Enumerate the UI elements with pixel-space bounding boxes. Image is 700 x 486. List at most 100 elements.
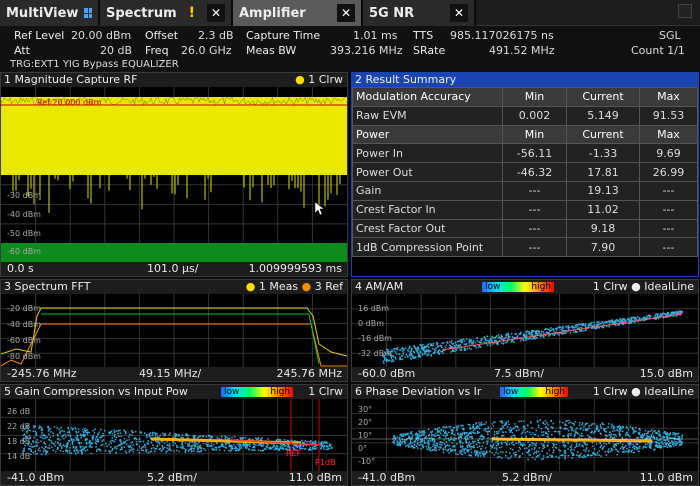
panel-gain-compression[interactable]: 5 Gain Compression vs Input Pow low high …	[0, 384, 348, 486]
color-scale-low: low	[503, 387, 519, 397]
phase-deviation-plot[interactable]	[352, 399, 698, 472]
y-tick: -40 dBm	[7, 210, 41, 219]
row-value: 5.149	[566, 105, 640, 126]
att-value[interactable]: 20 dB	[100, 44, 132, 57]
row-value: ---	[501, 237, 568, 258]
tts-value: 985.117026175 ns	[450, 29, 554, 42]
panel-title-text: 3 Spectrum FFT	[4, 280, 91, 293]
panel-magnitude-capture[interactable]: 1 Magnitude Capture RF ● 1 Clrw Ref 20.00…	[0, 72, 348, 277]
ref-level-label: Ref Level	[14, 29, 65, 42]
x-end: 1.009999593 ms	[248, 262, 342, 275]
x-div: 49.15 MHz/	[139, 367, 202, 380]
panel-title: 1 Magnitude Capture RF ● 1 Clrw	[1, 73, 347, 87]
srate-label: SRate	[413, 44, 446, 57]
row-value: 0.002	[501, 105, 568, 126]
ref-level-value[interactable]: 20.00 dBm	[71, 29, 131, 42]
gain-compression-plot[interactable]	[1, 399, 347, 472]
close-icon[interactable]: ✕	[450, 4, 468, 22]
color-scale: low high	[221, 387, 293, 397]
ideal-line-label: IdealLine	[644, 385, 694, 398]
y-tick: -60 dBm	[7, 247, 41, 256]
row-value: ---	[638, 218, 699, 239]
offset-value[interactable]: 2.3 dB	[198, 29, 234, 42]
y-tick: 16 dBm	[358, 304, 390, 313]
trace-dot-icon: ●	[245, 280, 256, 293]
x-start: 0.0 s	[7, 262, 34, 275]
row-value: 26.99	[638, 162, 699, 182]
tab-spectrum[interactable]: Spectrum ! ✕	[100, 0, 233, 26]
meas-bw-label: Meas BW	[246, 44, 297, 57]
srate-value[interactable]: 491.52 MHz	[489, 44, 555, 57]
row-label: 1dB Compression Point	[352, 237, 503, 258]
y-tick: 0°	[358, 444, 368, 453]
tab-5g-nr[interactable]: 5G NR ✕	[363, 0, 476, 26]
color-scale-low: low	[485, 282, 501, 292]
panel-am-am[interactable]: 4 AM/AM low high 1 Clrw ● IdealLine 16 dB…	[351, 279, 699, 382]
panel-title: 4 AM/AM low high 1 Clrw ● IdealLine	[352, 280, 698, 294]
row-value: -1.33	[566, 143, 640, 164]
panel-title-text: 6 Phase Deviation vs Ir	[355, 385, 482, 398]
trace-dot-icon: ●	[631, 280, 641, 293]
sweep-count: Count 1/1	[631, 44, 685, 57]
color-scale-high: high	[545, 387, 565, 397]
color-scale-high: high	[270, 387, 290, 397]
result-row: 1dB Compression Point --- 7.90 ---	[352, 237, 699, 258]
x-div: 5.2 dBm/	[147, 471, 197, 484]
row-label: Raw EVM	[352, 105, 503, 126]
meas-bw-value[interactable]: 393.216 MHz	[330, 44, 403, 57]
freq-value[interactable]: 26.0 GHz	[181, 44, 232, 57]
row-label: Gain	[352, 180, 503, 201]
panel-title-text: 2 Result Summary	[355, 73, 457, 86]
row-value: Min	[501, 87, 568, 107]
capture-time-label: Capture Time	[246, 29, 321, 42]
warning-icon: !	[188, 5, 196, 21]
row-value: 19.13	[566, 180, 640, 201]
p1db-marker-label: P1dB	[315, 458, 336, 467]
row-value: ---	[501, 199, 568, 220]
panel-spectrum-fft[interactable]: 3 Spectrum FFT ● 1 Meas ● 3 Ref -20 dBm -…	[0, 279, 348, 382]
y-tick: -30 dBm	[7, 191, 41, 200]
row-value: Current	[566, 87, 640, 107]
result-summary-table: Modulation Accuracy Min Current Max Raw EVM 0…	[352, 87, 699, 258]
panel-title-text: 4 AM/AM	[355, 280, 404, 293]
panel-title-text: 1 Magnitude Capture RF	[4, 73, 138, 86]
row-value: ---	[638, 180, 699, 201]
panel-phase-deviation[interactable]: 6 Phase Deviation vs Ir low high 1 Clrw ●…	[351, 384, 699, 486]
close-icon[interactable]: ✕	[337, 4, 355, 22]
row-value: 9.18	[566, 218, 640, 239]
x-div: 101.0 µs/	[147, 262, 199, 275]
result-row: Power In -56.11 -1.33 9.69	[352, 143, 699, 164]
x-axis-bar: -41.0 dBm 5.2 dBm/ 11.0 dBm	[1, 471, 347, 485]
magnitude-plot[interactable]	[1, 87, 347, 263]
freq-label: Freq	[145, 44, 169, 57]
x-start: -41.0 dBm	[358, 471, 416, 484]
window-menu-icon[interactable]	[678, 4, 692, 18]
trace-dot-icon: ●	[631, 385, 641, 398]
trace-dot-icon: ●	[301, 280, 312, 293]
row-value: ---	[501, 218, 568, 239]
panel-title: 2 Result Summary	[352, 73, 698, 87]
y-tick: -20 dBm	[7, 304, 41, 313]
tab-label: 5G NR	[369, 5, 415, 21]
capture-time-value[interactable]: 1.01 ms	[353, 29, 397, 42]
am-am-plot[interactable]	[352, 294, 698, 368]
ideal-line-label: IdealLine	[644, 280, 694, 293]
y-tick: -80 dBm	[7, 352, 41, 361]
result-row: Power Out -46.32 17.81 26.99	[352, 162, 699, 182]
trace-label: 3 Ref	[314, 280, 343, 293]
tab-amplifier[interactable]: Amplifier ✕	[233, 0, 363, 26]
y-tick: -50 dBm	[7, 229, 41, 238]
close-icon[interactable]: ✕	[207, 4, 225, 22]
trace-label: 1 Clrw	[308, 385, 343, 398]
panel-title: 3 Spectrum FFT ● 1 Meas ● 3 Ref	[1, 280, 347, 294]
color-scale-low: low	[224, 387, 240, 397]
row-value: ---	[501, 180, 568, 201]
tab-multiview[interactable]: MultiView	[0, 0, 100, 26]
row-value: 9.69	[638, 143, 699, 164]
tab-label: Amplifier	[239, 5, 306, 21]
row-value: -56.11	[501, 143, 568, 164]
row-value: 11.02	[566, 199, 640, 220]
spectrum-plot[interactable]	[1, 294, 347, 368]
row-value: 91.53	[638, 105, 699, 126]
row-value: 17.81	[566, 162, 640, 182]
